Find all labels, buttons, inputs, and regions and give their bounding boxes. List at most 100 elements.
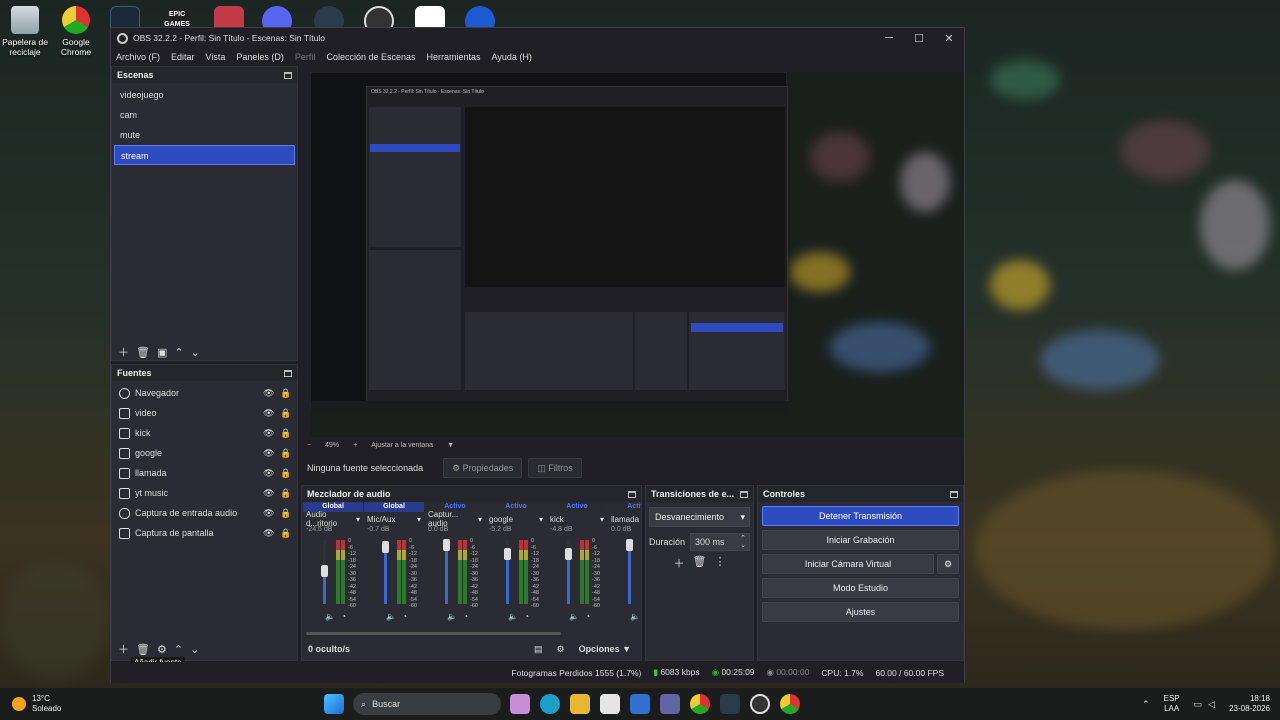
windows-start-icon[interactable] <box>324 694 345 714</box>
minimize-button[interactable]: ─ <box>874 32 904 44</box>
chevron-up-icon[interactable]: ⌃ <box>1142 699 1150 710</box>
lock-icon[interactable]: 🔒 <box>280 408 291 418</box>
eye-icon[interactable]: 👁 <box>263 508 274 518</box>
lock-icon[interactable]: 🔒 <box>280 488 291 498</box>
chrome-taskbar-icon[interactable] <box>690 694 711 714</box>
menu-paneles[interactable]: Paneles (D) <box>236 52 284 62</box>
options-button[interactable]: Opciones ▼ <box>579 644 631 654</box>
add-transition-icon[interactable]: ＋ <box>674 555 685 571</box>
chevron-down-icon[interactable]: ▾ <box>600 515 604 524</box>
obs-taskbar-icon[interactable] <box>750 694 771 714</box>
menu-herramientas[interactable]: Herramientas <box>427 52 481 62</box>
source-settings-icon[interactable]: ⚙ <box>157 643 167 656</box>
store-icon[interactable] <box>600 694 621 714</box>
headphone-icon[interactable]: ◔ <box>463 612 468 621</box>
move-up-icon[interactable]: ⌃ <box>174 643 183 656</box>
davinci-taskbar-icon[interactable] <box>720 694 741 714</box>
fader-knob[interactable] <box>565 547 572 560</box>
desktop-recycle-bin[interactable]: Papelera de reciclaje <box>0 6 54 57</box>
transition-select[interactable]: Desvanecimiento ▾ <box>649 507 750 527</box>
undock-icon[interactable] <box>950 490 958 498</box>
eye-icon[interactable]: 👁 <box>263 528 274 538</box>
volume-icon[interactable]: ◁ <box>1208 699 1215 710</box>
source-item[interactable]: Captura de pantalla 👁 🔒 <box>112 523 297 543</box>
move-up-icon[interactable]: ⌃ <box>174 346 183 359</box>
speaker-icon[interactable]: 🔈 <box>325 612 335 621</box>
eye-icon[interactable]: 👁 <box>263 488 274 498</box>
channel-name[interactable]: google ▾ <box>486 512 546 526</box>
source-item[interactable]: video 👁 🔒 <box>112 403 297 423</box>
eye-icon[interactable]: 👁 <box>263 408 274 418</box>
clock[interactable]: 18:18 23-08-2026 <box>1229 694 1270 714</box>
language-indicator[interactable]: ESP LAA <box>1164 694 1180 714</box>
speaker-icon[interactable]: 🔈 <box>630 612 640 621</box>
chevron-down-icon[interactable]: ▾ <box>417 515 421 524</box>
speaker-icon[interactable]: 🔈 <box>508 612 518 621</box>
scene-item-stream[interactable]: stream <box>114 145 295 165</box>
menu-editar[interactable]: Editar <box>171 52 195 62</box>
headphone-icon[interactable]: ◔ <box>341 612 346 621</box>
virtual-camera-button[interactable]: Iniciar Cámara Virtual <box>762 554 934 574</box>
chrome-taskbar-icon-2[interactable] <box>780 694 801 714</box>
lock-icon[interactable]: 🔒 <box>280 428 291 438</box>
fader-knob[interactable] <box>443 539 450 552</box>
add-source-icon[interactable]: ＋ <box>118 641 129 657</box>
search-box[interactable]: ⌕ Buscar <box>353 693 502 715</box>
source-item[interactable]: llamada 👁 🔒 <box>112 463 297 483</box>
stop-stream-button[interactable]: Detener Transmisión <box>762 506 959 526</box>
desktop-chrome[interactable]: Google Chrome <box>47 6 105 57</box>
weather-widget[interactable]: 13°C Soleado <box>12 694 132 714</box>
channel-name[interactable]: Captur... audio ▾ <box>425 510 485 528</box>
channel-name[interactable]: Audio d...ritorio ▾ <box>303 510 363 528</box>
lock-icon[interactable]: 🔒 <box>280 528 291 538</box>
menu-vista[interactable]: Vista <box>206 52 226 62</box>
lock-icon[interactable]: 🔒 <box>280 468 291 478</box>
remove-source-icon[interactable]: 🗑 <box>136 643 150 656</box>
chevron-down-icon[interactable]: ▼ <box>447 442 454 449</box>
settings-button[interactable]: Ajustes <box>762 602 959 622</box>
menu-archivo[interactable]: Archivo (F) <box>116 52 160 62</box>
speaker-icon[interactable]: 🔈 <box>386 612 396 621</box>
preview-canvas[interactable]: OBS 32.2.2 - Perfil: Sin Título - Escena… <box>310 72 964 438</box>
start-record-button[interactable]: Iniciar Grabación <box>762 530 959 550</box>
close-button[interactable]: ✕ <box>934 32 964 45</box>
eye-icon[interactable]: 👁 <box>263 428 274 438</box>
menu-perfil[interactable]: Perfil <box>295 52 316 62</box>
speaker-icon[interactable]: 🔈 <box>447 612 457 621</box>
fit-window[interactable]: Ajustar a la ventana <box>371 442 433 449</box>
lock-icon[interactable]: 🔒 <box>280 448 291 458</box>
fader-knob[interactable] <box>504 547 511 560</box>
chevron-down-icon[interactable]: ▾ <box>356 515 360 524</box>
maximize-button[interactable]: ☐ <box>904 32 934 45</box>
undock-icon[interactable] <box>740 490 748 498</box>
headphone-icon[interactable]: ◔ <box>524 612 529 621</box>
scene-item-mute[interactable]: mute <box>114 125 295 145</box>
mixer-advanced-icon[interactable]: ⚙ <box>556 644 564 655</box>
source-item[interactable]: Captura de entrada audio 👁 🔒 <box>112 503 297 523</box>
duration-input[interactable]: 300 ms ⌃ ⌄ <box>690 533 750 551</box>
lock-icon[interactable]: 🔒 <box>280 508 291 518</box>
fader-knob[interactable] <box>382 541 389 554</box>
mixer-layout-icon[interactable]: ▤ <box>534 644 543 655</box>
edge-icon[interactable] <box>540 694 561 714</box>
source-item[interactable]: google 👁 🔒 <box>112 443 297 463</box>
mail-icon[interactable] <box>630 694 651 714</box>
move-down-icon[interactable]: ⌄ <box>191 346 200 359</box>
filters-button[interactable]: ◫ Filtros <box>528 458 582 478</box>
menu-coleccion[interactable]: Colección de Escenas <box>326 52 415 62</box>
gear-icon[interactable]: ⚙ <box>937 554 959 574</box>
eye-icon[interactable]: 👁 <box>263 388 274 398</box>
scene-filters-icon[interactable]: ▣ <box>157 346 167 359</box>
fader-knob[interactable] <box>321 564 328 577</box>
channel-name[interactable]: Mic/Aux ▾ <box>364 512 424 526</box>
headphone-icon[interactable]: ◔ <box>585 612 590 621</box>
scene-item-cam[interactable]: cam <box>114 105 295 125</box>
teams-icon[interactable] <box>660 694 681 714</box>
channel-name[interactable]: kick ▾ <box>547 512 607 526</box>
stepper-icon[interactable]: ⌃ ⌄ <box>740 535 746 549</box>
undock-icon[interactable] <box>284 71 292 79</box>
menu-ayuda[interactable]: Ayuda (H) <box>492 52 532 62</box>
source-item[interactable]: kick 👁 🔒 <box>112 423 297 443</box>
lock-icon[interactable]: 🔒 <box>280 388 291 398</box>
file-explorer-icon[interactable] <box>570 694 591 714</box>
